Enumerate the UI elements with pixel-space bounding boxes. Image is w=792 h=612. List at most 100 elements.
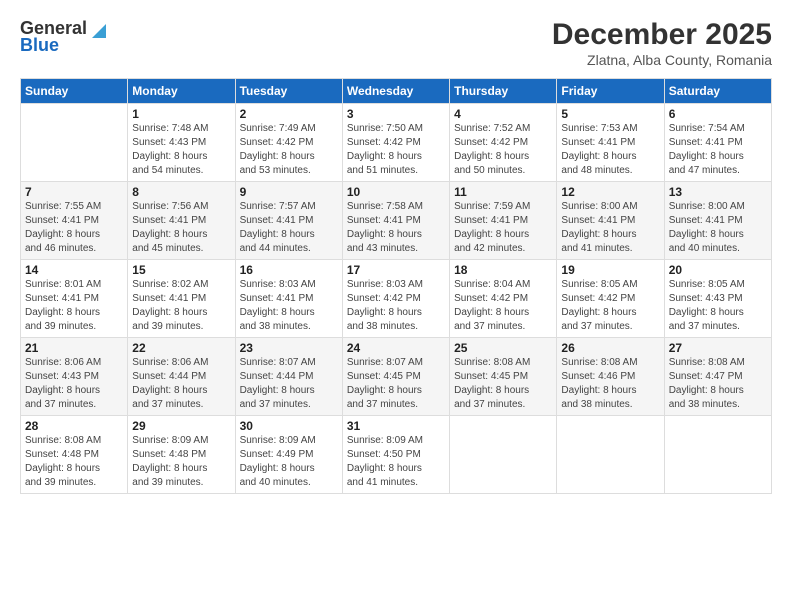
calendar-cell: 2Sunrise: 7:49 AM Sunset: 4:42 PM Daylig… [235,104,342,182]
calendar-cell: 5Sunrise: 7:53 AM Sunset: 4:41 PM Daylig… [557,104,664,182]
calendar-cell: 9Sunrise: 7:57 AM Sunset: 4:41 PM Daylig… [235,182,342,260]
day-info: Sunrise: 8:01 AM Sunset: 4:41 PM Dayligh… [25,278,123,334]
day-info: Sunrise: 8:08 AM Sunset: 4:46 PM Dayligh… [561,356,659,412]
day-number: 4 [454,107,552,121]
day-info: Sunrise: 8:07 AM Sunset: 4:45 PM Dayligh… [347,356,445,412]
header-tuesday: Tuesday [235,79,342,104]
calendar-cell: 30Sunrise: 8:09 AM Sunset: 4:49 PM Dayli… [235,416,342,494]
day-info: Sunrise: 7:58 AM Sunset: 4:41 PM Dayligh… [347,200,445,256]
calendar-week-1: 1Sunrise: 7:48 AM Sunset: 4:43 PM Daylig… [21,104,772,182]
day-info: Sunrise: 7:50 AM Sunset: 4:42 PM Dayligh… [347,122,445,178]
day-info: Sunrise: 7:56 AM Sunset: 4:41 PM Dayligh… [132,200,230,256]
header-sunday: Sunday [21,79,128,104]
calendar-header-row: Sunday Monday Tuesday Wednesday Thursday… [21,79,772,104]
day-info: Sunrise: 8:05 AM Sunset: 4:42 PM Dayligh… [561,278,659,334]
calendar-cell: 7Sunrise: 7:55 AM Sunset: 4:41 PM Daylig… [21,182,128,260]
day-number: 13 [669,185,767,199]
day-info: Sunrise: 7:48 AM Sunset: 4:43 PM Dayligh… [132,122,230,178]
calendar-cell: 10Sunrise: 7:58 AM Sunset: 4:41 PM Dayli… [342,182,449,260]
day-info: Sunrise: 8:04 AM Sunset: 4:42 PM Dayligh… [454,278,552,334]
day-info: Sunrise: 7:57 AM Sunset: 4:41 PM Dayligh… [240,200,338,256]
calendar-cell: 19Sunrise: 8:05 AM Sunset: 4:42 PM Dayli… [557,260,664,338]
logo-blue: Blue [20,35,59,56]
title-block: December 2025 Zlatna, Alba County, Roman… [552,18,772,68]
page-title: December 2025 [552,18,772,52]
logo: General Blue [20,18,110,56]
day-info: Sunrise: 7:49 AM Sunset: 4:42 PM Dayligh… [240,122,338,178]
day-info: Sunrise: 8:06 AM Sunset: 4:43 PM Dayligh… [25,356,123,412]
calendar-week-5: 28Sunrise: 8:08 AM Sunset: 4:48 PM Dayli… [21,416,772,494]
calendar-cell: 26Sunrise: 8:08 AM Sunset: 4:46 PM Dayli… [557,338,664,416]
page: General Blue December 2025 Zlatna, Alba … [0,0,792,612]
day-number: 6 [669,107,767,121]
header-friday: Friday [557,79,664,104]
calendar-cell: 16Sunrise: 8:03 AM Sunset: 4:41 PM Dayli… [235,260,342,338]
day-number: 16 [240,263,338,277]
calendar-cell: 28Sunrise: 8:08 AM Sunset: 4:48 PM Dayli… [21,416,128,494]
day-info: Sunrise: 8:00 AM Sunset: 4:41 PM Dayligh… [669,200,767,256]
day-info: Sunrise: 8:06 AM Sunset: 4:44 PM Dayligh… [132,356,230,412]
calendar-cell: 4Sunrise: 7:52 AM Sunset: 4:42 PM Daylig… [450,104,557,182]
day-number: 10 [347,185,445,199]
day-number: 28 [25,419,123,433]
day-info: Sunrise: 7:52 AM Sunset: 4:42 PM Dayligh… [454,122,552,178]
day-info: Sunrise: 8:05 AM Sunset: 4:43 PM Dayligh… [669,278,767,334]
logo-arrow-icon [88,20,110,38]
calendar-cell: 6Sunrise: 7:54 AM Sunset: 4:41 PM Daylig… [664,104,771,182]
header-monday: Monday [128,79,235,104]
day-number: 1 [132,107,230,121]
day-info: Sunrise: 7:54 AM Sunset: 4:41 PM Dayligh… [669,122,767,178]
day-number: 15 [132,263,230,277]
calendar-cell: 27Sunrise: 8:08 AM Sunset: 4:47 PM Dayli… [664,338,771,416]
day-info: Sunrise: 7:59 AM Sunset: 4:41 PM Dayligh… [454,200,552,256]
day-number: 12 [561,185,659,199]
day-info: Sunrise: 8:09 AM Sunset: 4:50 PM Dayligh… [347,434,445,490]
day-info: Sunrise: 8:02 AM Sunset: 4:41 PM Dayligh… [132,278,230,334]
day-number: 30 [240,419,338,433]
day-number: 22 [132,341,230,355]
day-info: Sunrise: 7:53 AM Sunset: 4:41 PM Dayligh… [561,122,659,178]
day-number: 24 [347,341,445,355]
day-number: 3 [347,107,445,121]
day-info: Sunrise: 8:03 AM Sunset: 4:42 PM Dayligh… [347,278,445,334]
day-info: Sunrise: 8:08 AM Sunset: 4:45 PM Dayligh… [454,356,552,412]
day-number: 2 [240,107,338,121]
header-wednesday: Wednesday [342,79,449,104]
page-subtitle: Zlatna, Alba County, Romania [552,52,772,68]
calendar-cell: 25Sunrise: 8:08 AM Sunset: 4:45 PM Dayli… [450,338,557,416]
day-number: 23 [240,341,338,355]
calendar-cell [557,416,664,494]
calendar-cell: 15Sunrise: 8:02 AM Sunset: 4:41 PM Dayli… [128,260,235,338]
calendar-week-3: 14Sunrise: 8:01 AM Sunset: 4:41 PM Dayli… [21,260,772,338]
calendar-cell: 12Sunrise: 8:00 AM Sunset: 4:41 PM Dayli… [557,182,664,260]
day-number: 14 [25,263,123,277]
calendar-week-2: 7Sunrise: 7:55 AM Sunset: 4:41 PM Daylig… [21,182,772,260]
day-info: Sunrise: 8:08 AM Sunset: 4:47 PM Dayligh… [669,356,767,412]
day-number: 31 [347,419,445,433]
calendar-cell: 22Sunrise: 8:06 AM Sunset: 4:44 PM Dayli… [128,338,235,416]
calendar-cell: 11Sunrise: 7:59 AM Sunset: 4:41 PM Dayli… [450,182,557,260]
calendar-cell: 29Sunrise: 8:09 AM Sunset: 4:48 PM Dayli… [128,416,235,494]
day-info: Sunrise: 7:55 AM Sunset: 4:41 PM Dayligh… [25,200,123,256]
header: General Blue December 2025 Zlatna, Alba … [20,18,772,68]
calendar-cell: 31Sunrise: 8:09 AM Sunset: 4:50 PM Dayli… [342,416,449,494]
calendar-cell: 20Sunrise: 8:05 AM Sunset: 4:43 PM Dayli… [664,260,771,338]
calendar-cell: 24Sunrise: 8:07 AM Sunset: 4:45 PM Dayli… [342,338,449,416]
day-info: Sunrise: 8:09 AM Sunset: 4:48 PM Dayligh… [132,434,230,490]
day-number: 8 [132,185,230,199]
day-info: Sunrise: 8:00 AM Sunset: 4:41 PM Dayligh… [561,200,659,256]
calendar-cell: 17Sunrise: 8:03 AM Sunset: 4:42 PM Dayli… [342,260,449,338]
day-number: 7 [25,185,123,199]
calendar-cell: 13Sunrise: 8:00 AM Sunset: 4:41 PM Dayli… [664,182,771,260]
day-number: 26 [561,341,659,355]
day-number: 19 [561,263,659,277]
calendar-week-4: 21Sunrise: 8:06 AM Sunset: 4:43 PM Dayli… [21,338,772,416]
day-info: Sunrise: 8:08 AM Sunset: 4:48 PM Dayligh… [25,434,123,490]
calendar-cell: 23Sunrise: 8:07 AM Sunset: 4:44 PM Dayli… [235,338,342,416]
calendar-cell [450,416,557,494]
day-number: 5 [561,107,659,121]
day-info: Sunrise: 8:03 AM Sunset: 4:41 PM Dayligh… [240,278,338,334]
day-number: 9 [240,185,338,199]
day-number: 11 [454,185,552,199]
calendar-table: Sunday Monday Tuesday Wednesday Thursday… [20,78,772,494]
